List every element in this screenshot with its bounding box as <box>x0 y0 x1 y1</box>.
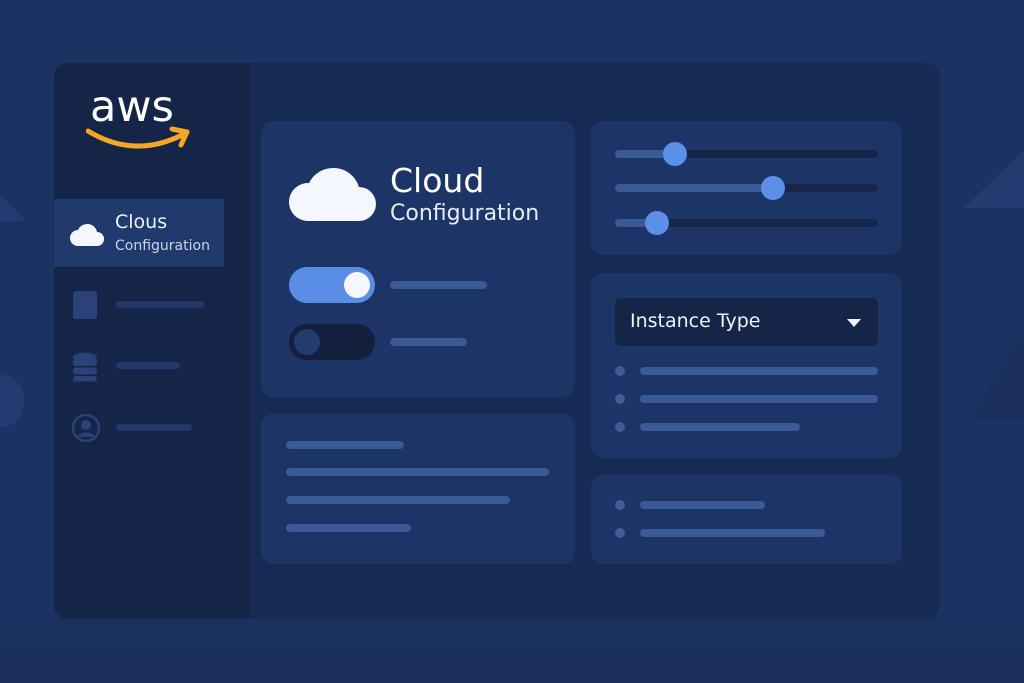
list-item-placeholder <box>640 395 878 403</box>
background-band <box>0 613 1024 683</box>
text-placeholder <box>286 524 411 532</box>
list-item-placeholder <box>640 501 765 509</box>
sliders-card <box>591 121 902 255</box>
sidebar-item-label-placeholder <box>116 362 180 369</box>
aws-smile-icon <box>86 126 190 149</box>
list-item-placeholder <box>640 529 825 537</box>
slider-fill <box>615 184 773 192</box>
database-icon <box>73 352 97 382</box>
slider-thumb[interactable] <box>645 211 670 235</box>
sidebar-item-label-placeholder <box>116 301 204 308</box>
list-bullet <box>615 528 625 538</box>
list-bullet <box>615 500 625 510</box>
slider[interactable] <box>615 142 878 166</box>
document-icon <box>73 291 97 319</box>
chevron-down-icon <box>847 319 861 327</box>
background-shape <box>964 150 1024 208</box>
slider-thumb[interactable] <box>663 142 688 166</box>
instance-type-select[interactable]: Instance Type <box>615 298 878 346</box>
toggle-switch-off[interactable] <box>289 324 375 360</box>
background-shape <box>0 195 26 221</box>
user-icon <box>72 414 100 442</box>
sidebar-item-account[interactable] <box>72 412 232 444</box>
sidebar-item-cloud-configuration[interactable]: Clous Configuration <box>54 199 224 267</box>
sidebar-item-database[interactable] <box>72 350 232 382</box>
sidebar-item-label-placeholder <box>116 424 192 431</box>
page-subtitle: Configuration <box>390 201 540 226</box>
cloud-icon <box>289 167 376 221</box>
configuration-card: Cloud Configuration <box>261 121 575 397</box>
text-placeholder <box>286 441 404 449</box>
list-bullet <box>615 366 625 376</box>
summary-card <box>591 475 902 564</box>
app-window: aws Clous Configuration Cloud Configurat… <box>54 63 940 619</box>
toggle-knob <box>294 329 320 355</box>
sidebar-item-label: Clous <box>115 211 168 233</box>
slider[interactable] <box>615 211 878 235</box>
slider[interactable] <box>615 176 878 200</box>
aws-logo: aws <box>86 83 196 155</box>
instance-card: Instance Type <box>591 273 902 458</box>
list-bullet <box>615 422 625 432</box>
list-item-placeholder <box>640 423 800 431</box>
list-bullet <box>615 394 625 404</box>
sidebar-item-sublabel: Configuration <box>115 238 210 254</box>
sidebar: aws Clous Configuration <box>54 63 250 619</box>
background-shape <box>0 375 24 427</box>
sidebar-item-documents[interactable] <box>72 289 232 321</box>
details-card <box>261 414 575 564</box>
toggle-label-placeholder <box>390 281 487 289</box>
background-shape <box>969 330 1024 420</box>
text-placeholder <box>286 468 549 476</box>
slider-thumb[interactable] <box>760 176 785 200</box>
toggle-knob <box>344 272 370 298</box>
list-item-placeholder <box>640 367 878 375</box>
cloud-icon <box>70 223 104 246</box>
instance-type-label: Instance Type <box>630 310 761 332</box>
toggle-switch-on[interactable] <box>289 267 375 303</box>
text-placeholder <box>286 496 510 504</box>
toggle-label-placeholder <box>390 338 467 346</box>
page-title: Cloud <box>390 161 485 200</box>
